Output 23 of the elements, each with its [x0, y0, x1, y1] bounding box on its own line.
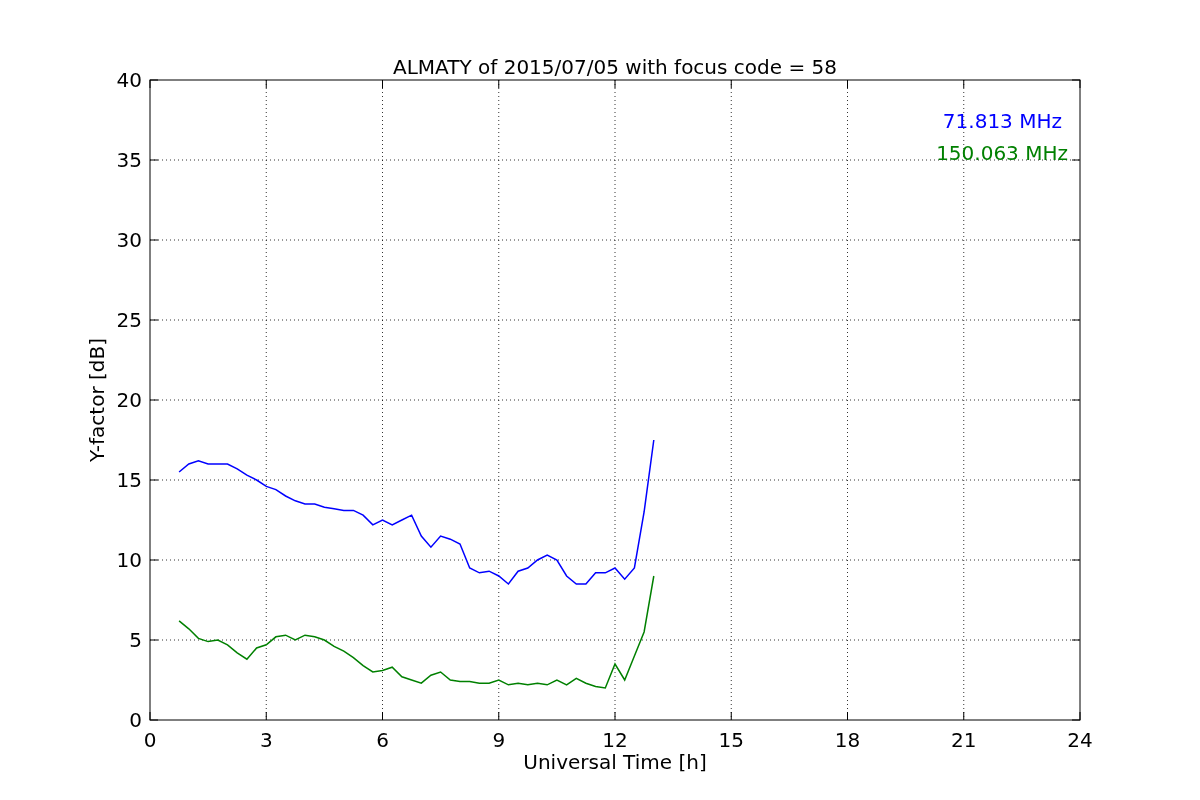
- y-tick-label: 15: [116, 468, 142, 492]
- x-tick-label: 21: [951, 728, 977, 752]
- x-axis-label: Universal Time [h]: [523, 750, 707, 774]
- legend-label: 150.063 MHz: [936, 141, 1068, 165]
- chart-title: ALMATY of 2015/07/05 with focus code = 58: [393, 55, 837, 79]
- x-tick-label: 6: [376, 728, 389, 752]
- y-tick-label: 35: [116, 148, 142, 172]
- y-tick-label: 40: [116, 68, 142, 92]
- y-tick-label: 30: [116, 228, 142, 252]
- x-tick-label: 18: [834, 728, 861, 752]
- y-tick-label: 5: [129, 628, 142, 652]
- y-tick-label: 0: [129, 708, 142, 732]
- x-tick-label: 3: [259, 728, 273, 752]
- x-tick-label: 0: [143, 728, 157, 752]
- y-tick-label: 10: [116, 548, 142, 572]
- x-tick-label: 12: [602, 728, 628, 752]
- y-tick-label: 25: [116, 308, 142, 332]
- legend-label: 71.813 MHz: [942, 109, 1062, 133]
- y-axis-label: Y-factor [dB]: [85, 338, 109, 462]
- x-tick-label: 15: [718, 728, 744, 752]
- x-tick-label: 24: [1067, 728, 1093, 752]
- x-tick-label: 9: [492, 728, 506, 752]
- y-tick-label: 20: [116, 388, 142, 412]
